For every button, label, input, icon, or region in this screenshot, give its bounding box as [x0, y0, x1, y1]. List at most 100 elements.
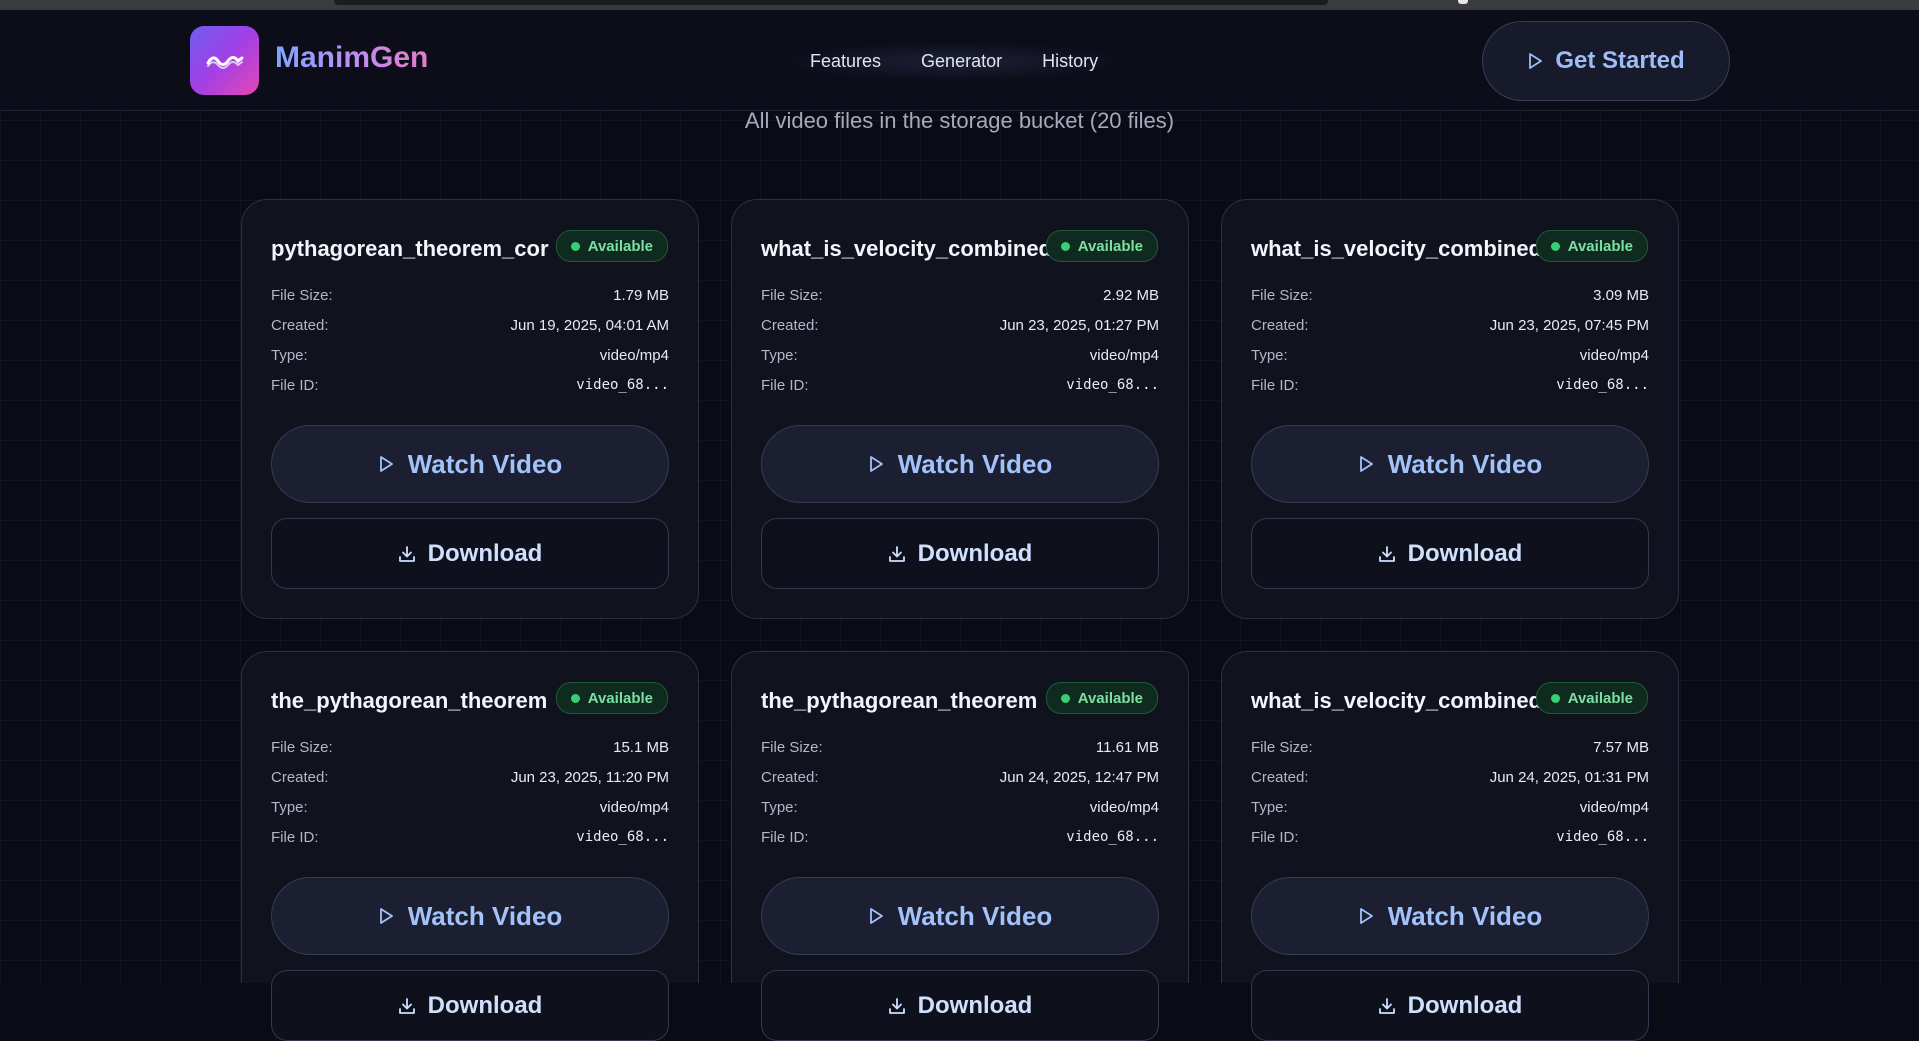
logo[interactable] [190, 26, 259, 95]
created-row: Created: Jun 23, 2025, 01:27 PM [761, 314, 1159, 336]
type-label: Type: [1251, 798, 1288, 816]
download-icon [888, 997, 906, 1015]
status-badge: Available [1535, 230, 1648, 262]
created-row: Created: Jun 23, 2025, 11:20 PM [271, 766, 669, 788]
file-id-label: File ID: [271, 828, 319, 846]
file-size-row: File Size: 15.1 MB [271, 736, 669, 758]
download-label: Download [1407, 991, 1523, 1019]
watch-video-button[interactable]: Watch Video [271, 877, 669, 955]
watch-video-label: Watch Video [1387, 448, 1543, 479]
file-id-value: video_68... [1556, 829, 1649, 845]
type-row: Type: video/mp4 [1251, 344, 1649, 366]
download-label: Download [427, 991, 543, 1019]
watch-video-label: Watch Video [897, 448, 1053, 479]
type-row: Type: video/mp4 [271, 344, 669, 366]
main-nav: Features Generator History [790, 43, 1119, 80]
status-label: Available [587, 237, 653, 255]
nav-item-history[interactable]: History [1042, 51, 1098, 72]
status-label: Available [1077, 237, 1143, 255]
download-button[interactable]: Download [1251, 970, 1649, 1041]
type-value: video/mp4 [1089, 346, 1159, 364]
status-label: Available [1077, 689, 1143, 707]
brand-name[interactable]: ManimGen [275, 41, 428, 75]
status-dot-icon [570, 241, 580, 251]
type-value: video/mp4 [1579, 346, 1649, 364]
file-size-value: 15.1 MB [613, 738, 669, 756]
page-subtitle: All video files in the storage bucket (2… [744, 108, 1175, 133]
created-label: Created: [271, 768, 329, 786]
download-button[interactable]: Download [761, 518, 1159, 589]
created-row: Created: Jun 24, 2025, 01:31 PM [1251, 766, 1649, 788]
created-label: Created: [761, 316, 819, 334]
file-id-value: video_68... [1556, 377, 1649, 393]
status-badge: Available [1045, 682, 1158, 714]
file-id-row: File ID: video_68... [761, 374, 1159, 396]
video-card: pythagorean_theorem_cor Available File S… [241, 199, 699, 619]
status-dot-icon [1060, 241, 1070, 251]
video-card: the_pythagorean_theorem Available File S… [241, 651, 699, 1041]
download-button[interactable]: Download [271, 518, 669, 589]
type-label: Type: [761, 346, 798, 364]
play-icon [868, 455, 884, 473]
status-badge: Available [1045, 230, 1158, 262]
status-dot-icon [570, 693, 580, 703]
file-id-label: File ID: [1251, 376, 1299, 394]
watch-video-button[interactable]: Watch Video [761, 425, 1159, 503]
status-label: Available [1567, 237, 1633, 255]
created-row: Created: Jun 24, 2025, 12:47 PM [761, 766, 1159, 788]
get-started-label: Get Started [1555, 47, 1685, 74]
status-badge: Available [1535, 682, 1648, 714]
created-value: Jun 23, 2025, 11:20 PM [510, 768, 669, 786]
download-button[interactable]: Download [271, 970, 669, 1041]
file-size-row: File Size: 11.61 MB [761, 736, 1159, 758]
download-button[interactable]: Download [1251, 518, 1649, 589]
play-icon [1358, 907, 1374, 925]
file-id-row: File ID: video_68... [761, 826, 1159, 848]
file-id-label: File ID: [761, 376, 809, 394]
video-title: what_is_velocity_combined [1251, 236, 1542, 261]
horizontal-scrollbar[interactable] [334, 0, 1328, 5]
file-size-label: File Size: [1251, 738, 1313, 756]
download-label: Download [917, 539, 1033, 567]
file-id-value: video_68... [576, 829, 669, 845]
type-row: Type: video/mp4 [271, 796, 669, 818]
file-id-value: video_68... [576, 377, 669, 393]
watch-video-button[interactable]: Watch Video [761, 877, 1159, 955]
download-button[interactable]: Download [761, 970, 1159, 1041]
created-label: Created: [1251, 768, 1309, 786]
file-id-row: File ID: video_68... [271, 374, 669, 396]
type-value: video/mp4 [1579, 798, 1649, 816]
file-id-value: video_68... [1066, 377, 1159, 393]
video-card: what_is_velocity_combined Available File… [731, 199, 1189, 619]
watch-video-label: Watch Video [407, 448, 563, 479]
watch-video-button[interactable]: Watch Video [1251, 425, 1649, 503]
play-icon [378, 907, 394, 925]
file-id-row: File ID: video_68... [1251, 374, 1649, 396]
watch-video-label: Watch Video [407, 900, 563, 931]
type-label: Type: [271, 346, 308, 364]
created-value: Jun 23, 2025, 01:27 PM [999, 316, 1159, 334]
watch-video-label: Watch Video [897, 900, 1053, 931]
created-row: Created: Jun 19, 2025, 04:01 AM [271, 314, 669, 336]
created-value: Jun 19, 2025, 04:01 AM [510, 316, 669, 334]
top-indicator [1458, 0, 1468, 4]
video-title: the_pythagorean_theorem [761, 688, 1038, 713]
file-id-label: File ID: [271, 376, 319, 394]
nav-item-features[interactable]: Features [810, 51, 881, 72]
play-icon [868, 907, 884, 925]
file-id-row: File ID: video_68... [1251, 826, 1649, 848]
status-dot-icon [1550, 241, 1560, 251]
file-size-value: 3.09 MB [1593, 286, 1649, 304]
file-size-value: 7.57 MB [1593, 738, 1649, 756]
status-label: Available [587, 689, 653, 707]
file-id-label: File ID: [761, 828, 809, 846]
get-started-button[interactable]: Get Started [1482, 21, 1730, 101]
nav-item-generator[interactable]: Generator [921, 51, 1002, 72]
video-card: what_is_velocity_combined Available File… [1221, 199, 1679, 619]
type-value: video/mp4 [599, 346, 669, 364]
watch-video-button[interactable]: Watch Video [1251, 877, 1649, 955]
file-size-row: File Size: 3.09 MB [1251, 284, 1649, 306]
play-icon [378, 455, 394, 473]
file-size-label: File Size: [271, 738, 333, 756]
watch-video-button[interactable]: Watch Video [271, 425, 669, 503]
